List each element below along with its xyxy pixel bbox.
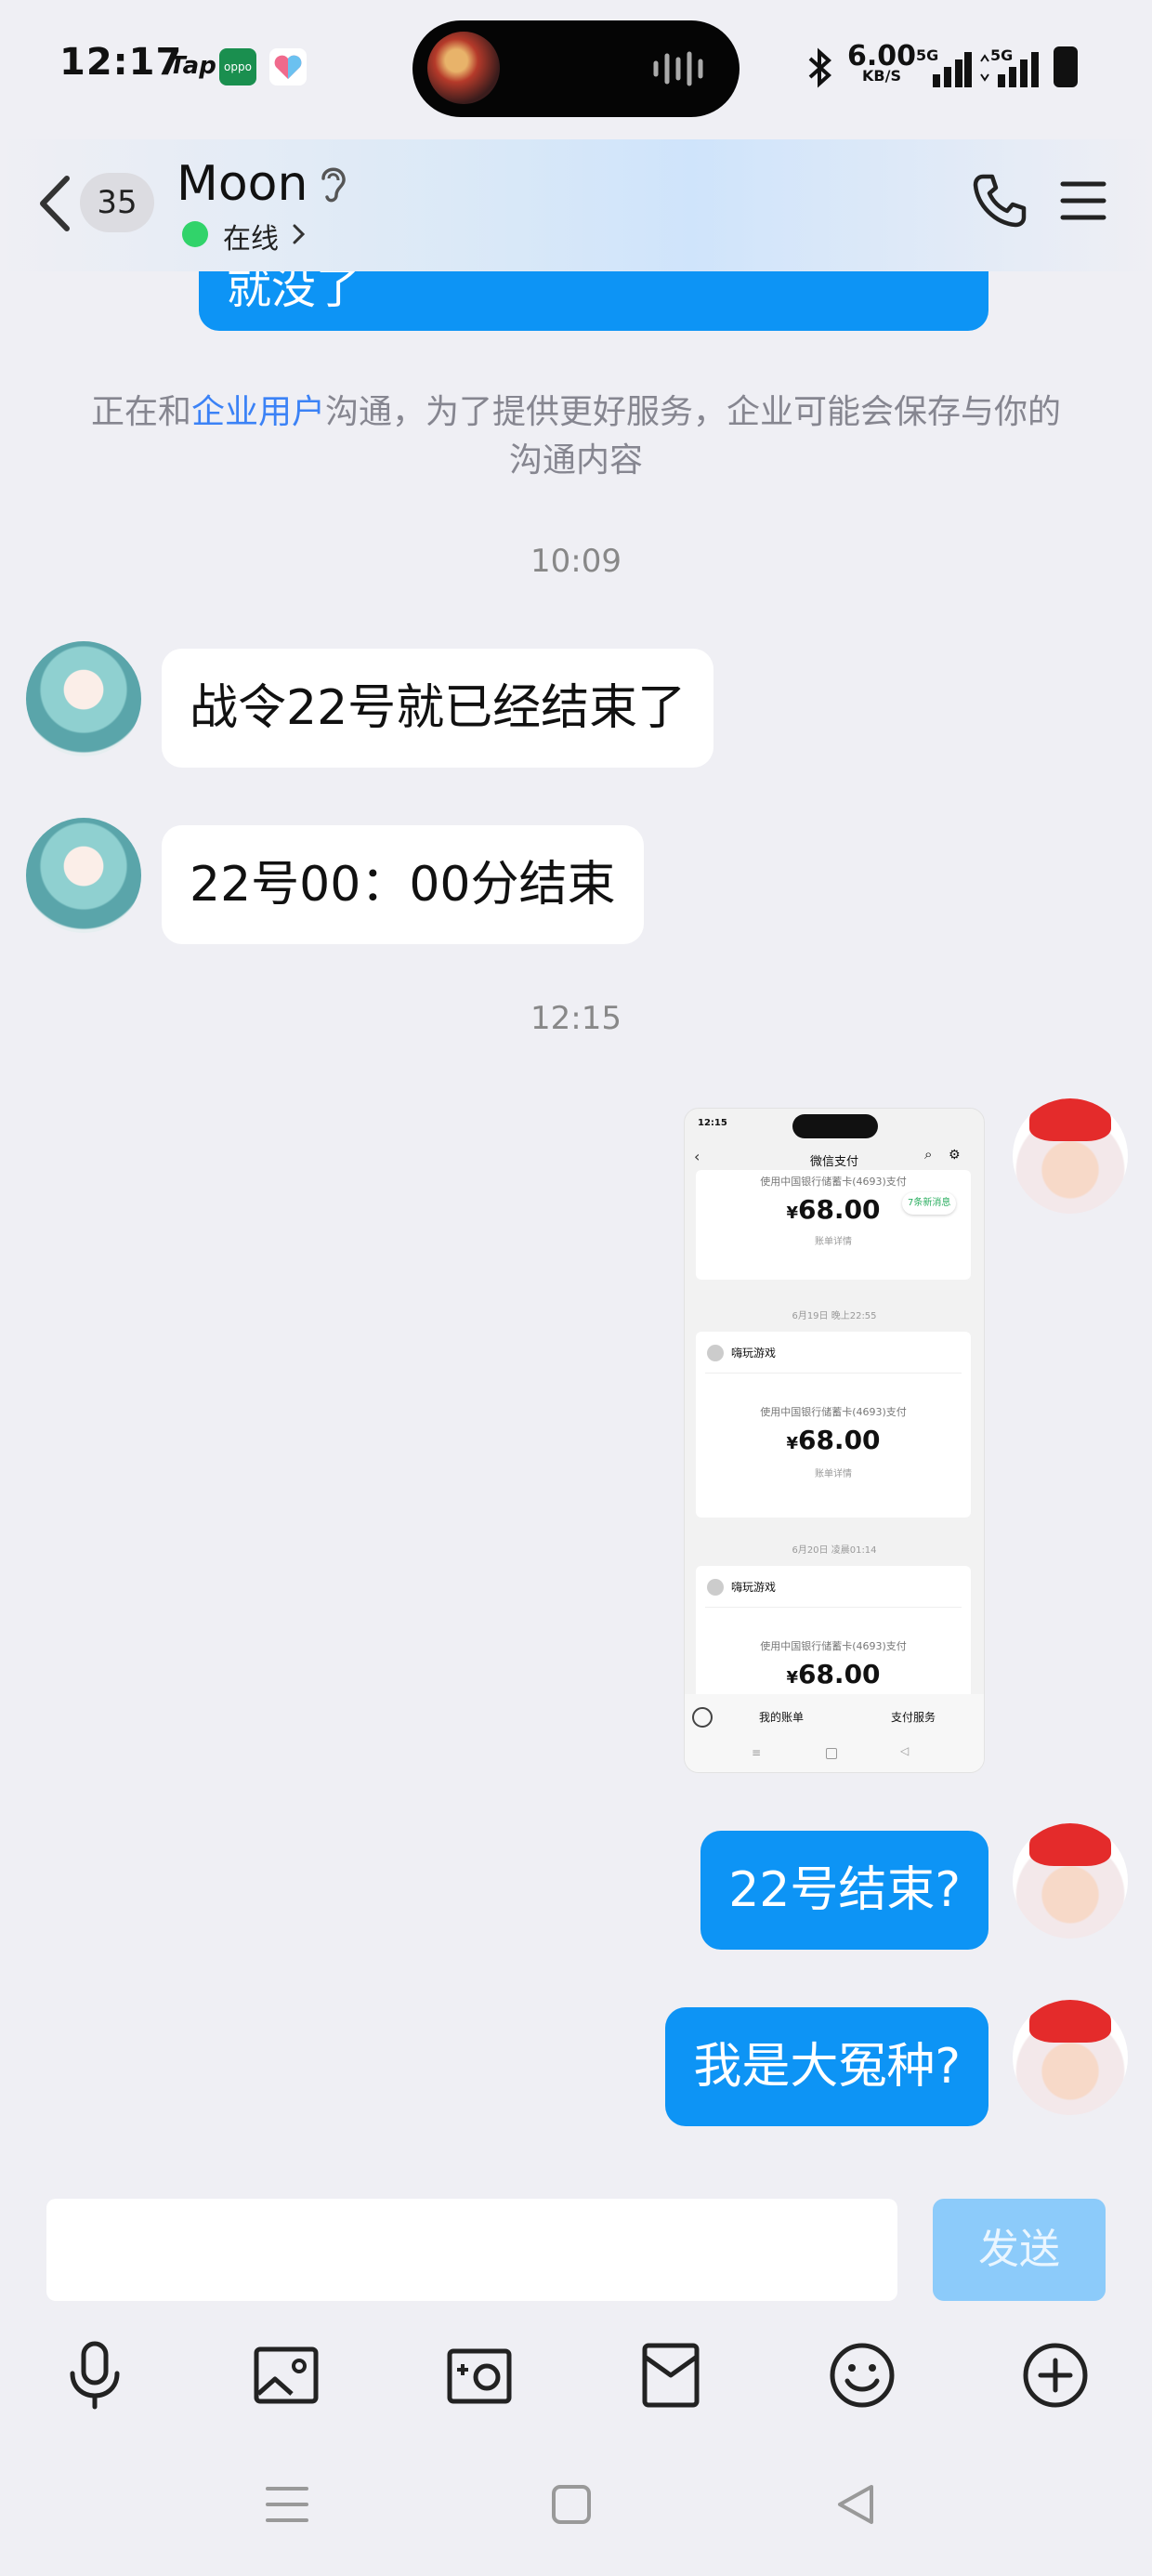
shot-pay-line: 使用中国银行储蓄卡(4693)支付 — [760, 1640, 907, 1652]
shot-merchant: 嗨玩游戏 — [731, 1347, 777, 1360]
audio-wave-icon — [653, 51, 703, 86]
contact-name[interactable]: Moon — [177, 156, 308, 212]
shot-merchant-avatar — [707, 1345, 724, 1361]
shot-detail: 账单详情 — [815, 1469, 852, 1479]
chat-bubble-outgoing[interactable]: 我是大冤种? — [665, 2007, 988, 2126]
plus-icon[interactable] — [1018, 2338, 1093, 2412]
timestamp: 12:15 — [530, 1000, 622, 1037]
chat-bubble-outgoing[interactable]: 22号结束? — [700, 1831, 988, 1950]
shot-pay-line: 使用中国银行储蓄卡(4693)支付 — [760, 1406, 907, 1418]
shot-new-msgs: 7条新消息 — [902, 1192, 957, 1215]
media-thumbnail-icon[interactable] — [427, 32, 500, 104]
notice-suffix: 沟通，为了提供更好服务，企业可能会保存与你的沟通内容 — [325, 393, 1062, 480]
chevron-right-icon[interactable] — [292, 223, 307, 245]
shot-currency: ¥ — [786, 1203, 798, 1223]
shot-detail: 账单详情 — [815, 1237, 852, 1247]
shot-nav-menu-icon: ≡ — [752, 1746, 762, 1759]
ear-icon[interactable] — [316, 162, 349, 206]
shot-bottom-bar: 我的账单 支付服务 ≡ ◁ — [685, 1694, 984, 1772]
contact-avatar[interactable] — [26, 641, 141, 756]
contact-avatar[interactable] — [26, 818, 141, 933]
chat-bubble-incoming[interactable]: 22号00：00分结束 — [162, 825, 644, 944]
nav-back-icon[interactable] — [831, 2479, 881, 2530]
shot-pay-line: 使用中国银行储蓄卡(4693)支付 — [760, 1176, 907, 1188]
my-avatar[interactable] — [1013, 1098, 1128, 1214]
shot-amount: ¥68.00 — [696, 1425, 971, 1455]
shot-payment-card: 使用中国银行储蓄卡(4693)支付 ¥68.00 账单详情 — [696, 1170, 971, 1280]
enterprise-notice: 正在和企业用户沟通，为了提供更好服务，企业可能会保存与你的沟通内容 — [74, 388, 1078, 485]
sim1-signal: 5G — [916, 46, 972, 89]
mic-icon[interactable] — [58, 2338, 132, 2412]
my-avatar[interactable] — [1013, 2000, 1128, 2115]
oppo-app-label: oppo — [224, 60, 252, 73]
shot-payment-card: 嗨玩游戏 使用中国银行储蓄卡(4693)支付 ¥68.00 — [696, 1566, 971, 1705]
shot-divider — [705, 1607, 962, 1608]
shot-search-icon: ⌕ — [924, 1146, 933, 1163]
chat-bubble-incoming[interactable]: 战令22号就已经结束了 — [162, 649, 714, 768]
shot-currency: ¥ — [786, 1668, 798, 1688]
image-icon[interactable] — [249, 2338, 323, 2412]
status-bar: 12:17 Tap oppo 6.00 KB/S 5G 5G — [0, 0, 1152, 139]
timestamp: 10:09 — [530, 543, 622, 580]
shot-amount: ¥68.00 — [696, 1659, 971, 1689]
shot-new-msgs-label: 7条新消息 — [908, 1198, 951, 1208]
shot-date: 6月19日 晚上22:55 — [792, 1311, 877, 1321]
health-app-icon — [269, 48, 307, 85]
shot-dynamic-island — [792, 1114, 878, 1138]
shot-title: 微信支付 — [809, 1155, 858, 1169]
nav-menu-icon[interactable] — [262, 2479, 312, 2530]
shot-amount-value: 68.00 — [797, 1425, 881, 1455]
shot-tab-bills: 我的账单 — [759, 1711, 805, 1724]
presence-text[interactable]: 在线 — [223, 216, 279, 256]
shot-amount-value: 68.00 — [797, 1659, 881, 1689]
screenshot-image-message[interactable]: 12:15 ‹ 微信支付 ⌕ ⚙ 使用中国银行储蓄卡(4693)支付 ¥68.0… — [684, 1108, 985, 1773]
my-avatar[interactable] — [1013, 1823, 1128, 1939]
shot-status-time: 12:15 — [698, 1118, 727, 1128]
tap-app-icon: Tap — [169, 52, 216, 80]
bluetooth-icon — [808, 47, 831, 88]
send-button[interactable]: 发送 — [933, 2199, 1106, 2301]
notice-prefix: 正在和 — [90, 393, 191, 431]
message-input[interactable] — [46, 2199, 897, 2301]
sim2-signal: 5G — [977, 46, 1041, 89]
shot-currency: ¥ — [786, 1434, 798, 1453]
shot-nav-home-icon — [826, 1748, 837, 1759]
emoji-icon[interactable] — [825, 2338, 899, 2412]
shot-merchant-avatar — [707, 1579, 724, 1596]
shot-payment-card: 嗨玩游戏 使用中国银行储蓄卡(4693)支付 ¥68.00 账单详情 — [696, 1332, 971, 1518]
shot-gear-icon: ⚙ — [949, 1148, 961, 1163]
online-status-dot — [182, 221, 208, 247]
oppo-app-icon: oppo — [219, 48, 256, 85]
camera-icon[interactable] — [442, 2338, 517, 2412]
phone-icon[interactable] — [970, 171, 1029, 230]
status-time: 12:17 — [59, 41, 183, 84]
shot-amount-value: 68.00 — [797, 1194, 881, 1225]
battery-icon — [1054, 46, 1078, 87]
nav-home-icon[interactable] — [546, 2479, 596, 2530]
shot-tab-services: 支付服务 — [891, 1711, 936, 1724]
shot-merchant: 嗨玩游戏 — [731, 1581, 777, 1594]
back-icon[interactable] — [33, 171, 80, 236]
shot-date: 6月20日 凌晨01:14 — [792, 1545, 877, 1556]
unread-count-badge[interactable]: 35 — [80, 173, 154, 232]
enterprise-user-link[interactable]: 企业用户 — [191, 393, 325, 431]
menu-icon[interactable] — [1059, 178, 1107, 223]
shot-keyboard-icon — [692, 1707, 713, 1728]
net-speed: 6.00 KB/S — [847, 43, 916, 84]
red-packet-icon[interactable] — [634, 2338, 708, 2412]
shot-nav-back-icon: ◁ — [900, 1744, 910, 1757]
